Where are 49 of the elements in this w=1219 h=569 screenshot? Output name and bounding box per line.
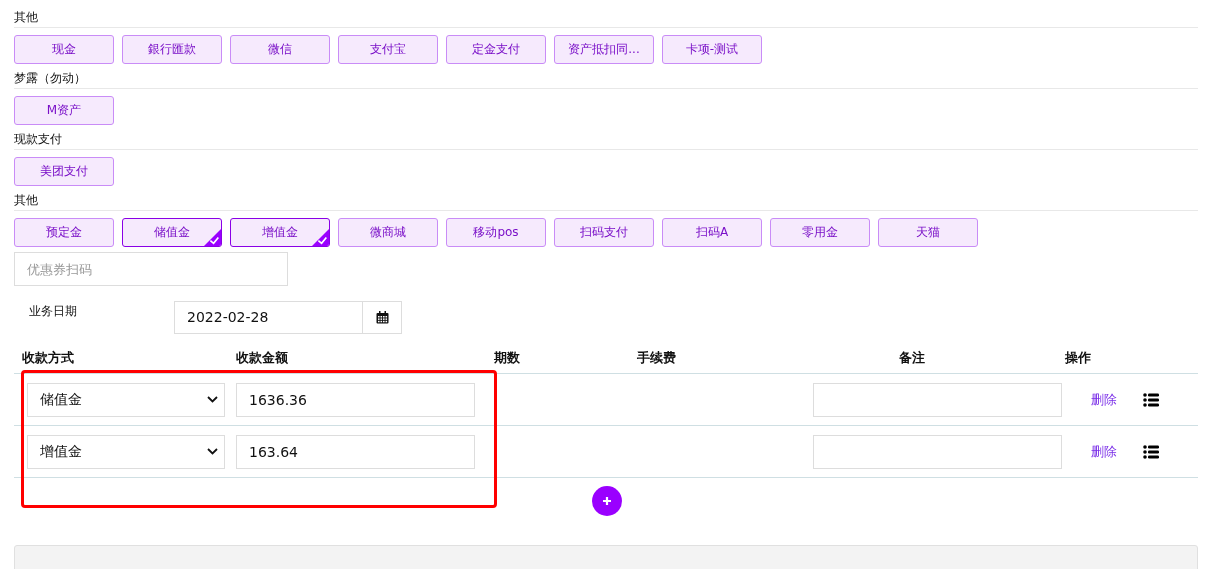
chevron-down-icon: [207, 396, 218, 403]
payment-method-button[interactable]: 微商城: [338, 218, 438, 247]
payment-method-button[interactable]: 扫码支付: [554, 218, 654, 247]
payment-method-button[interactable]: 天猫: [878, 218, 978, 247]
date-field[interactable]: 2022-02-28: [174, 301, 363, 334]
add-button[interactable]: [591, 486, 622, 516]
section-title: 其他: [14, 191, 1198, 211]
column-header: 手续费: [637, 348, 677, 367]
delete-link[interactable]: 删除: [1091, 442, 1117, 461]
payment-method-button[interactable]: 銀行匯款: [122, 35, 222, 64]
section-title: 现款支付: [14, 130, 1198, 150]
coupon-scan-field[interactable]: 优惠券扫码: [14, 252, 288, 286]
date-label: 业务日期: [28, 303, 78, 320]
payment-method-button[interactable]: 扫码A: [662, 218, 762, 247]
column-header: 收款方式: [21, 348, 75, 367]
payment-method-select[interactable]: 增值金: [27, 434, 225, 469]
payment-method-button[interactable]: 美团支付: [14, 157, 114, 186]
column-header: 收款金额: [236, 348, 289, 367]
column-header: 期数: [494, 348, 521, 367]
column-header: 备注: [898, 348, 926, 367]
payment-method-select[interactable]: 储值金: [27, 382, 225, 417]
payment-method-button[interactable]: 微信: [230, 35, 330, 64]
payment-method-button[interactable]: 零用金: [770, 218, 870, 247]
payment-method-button[interactable]: 卡项-测试: [662, 35, 762, 64]
payment-method-button[interactable]: 储值金: [122, 218, 222, 247]
amount-field[interactable]: 163.64: [236, 434, 475, 469]
section-title: 其他: [14, 8, 1198, 28]
payment-method-button[interactable]: 资产抵扣同...: [554, 35, 654, 64]
section-title: 梦露（勿动）: [14, 69, 1198, 89]
plus-icon: [601, 496, 612, 506]
payment-method-button[interactable]: 移动pos: [446, 218, 546, 247]
payment-method-button[interactable]: 现金: [14, 35, 114, 64]
calendar-icon: [375, 311, 389, 324]
delete-link[interactable]: 删除: [1091, 390, 1117, 409]
payment-method-button[interactable]: 预定金: [14, 218, 114, 247]
remark-field[interactable]: [813, 434, 1062, 469]
column-header: 操作: [1065, 348, 1092, 367]
checkmark-icon: [312, 229, 329, 246]
payment-method-button[interactable]: 增值金: [230, 218, 330, 247]
list-icon[interactable]: [1143, 443, 1159, 460]
list-icon[interactable]: [1143, 391, 1159, 408]
remark-field[interactable]: [813, 382, 1062, 417]
checkmark-icon: [204, 229, 221, 246]
payment-method-button[interactable]: 支付宝: [338, 35, 438, 64]
amount-field[interactable]: 1636.36: [236, 382, 475, 417]
chevron-down-icon: [207, 448, 218, 455]
payment-method-button[interactable]: M资产: [14, 96, 114, 125]
calendar-button[interactable]: [363, 301, 402, 334]
payment-method-button[interactable]: 定金支付: [446, 35, 546, 64]
